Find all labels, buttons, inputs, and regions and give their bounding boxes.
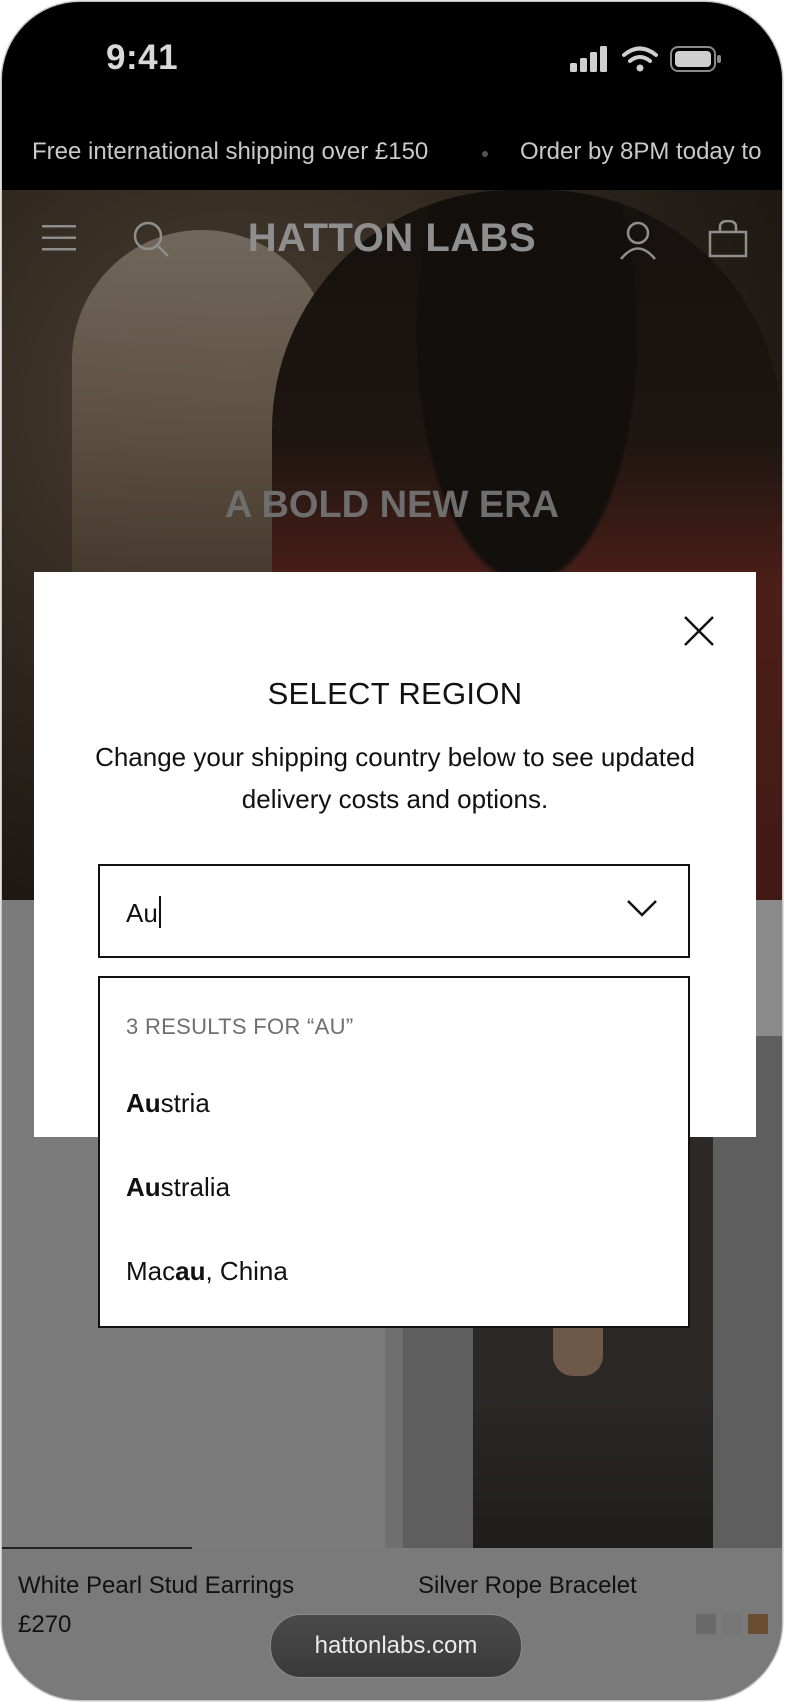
battery-icon [670,46,722,77]
close-icon[interactable] [682,614,716,648]
color-swatch[interactable] [748,1614,768,1634]
phone-screen: 9:41 Free international shipping over £1… [2,2,782,1700]
search-input-value: Au [126,898,158,928]
result-macau[interactable]: Macau, China [126,1256,288,1287]
product-name[interactable]: Silver Rope Bracelet [418,1572,637,1600]
text-cursor [158,896,161,928]
results-dropdown: 3 RESULTS FOR “AU” Austria Australia Mac… [98,976,690,1328]
announcement-separator [482,151,488,157]
status-time: 9:41 [106,38,179,77]
product-name[interactable]: White Pearl Stud Earrings [18,1572,294,1600]
chevron-down-icon[interactable] [626,898,658,923]
hero-title: A BOLD NEW ERA [224,484,560,526]
result-australia[interactable]: Australia [126,1172,230,1203]
address-bar[interactable]: hattonlabs.com [270,1614,522,1678]
modal-description: Change your shipping country below to se… [95,742,695,814]
announcement-message: Free international shipping over £150 [32,138,429,165]
product-price: £270 [18,1611,72,1638]
color-swatch[interactable] [722,1614,742,1634]
color-swatches [696,1614,768,1634]
color-swatch[interactable] [696,1614,716,1634]
account-icon[interactable] [618,220,658,265]
bag-icon[interactable] [708,219,748,263]
announcement-bar: Free international shipping over £150 Or… [2,124,782,190]
results-count: 3 RESULTS FOR “AU” [126,1014,354,1039]
announcement-message: Order by 8PM today to [520,138,762,165]
result-austria[interactable]: Austria [126,1088,210,1119]
wifi-icon [622,46,658,77]
carousel-progress [2,1547,192,1549]
status-bar: 9:41 [2,2,782,124]
signal-icon [570,46,610,77]
country-search-input[interactable]: Au [98,864,690,958]
brand-logo[interactable]: HATTON LABS [2,216,782,261]
modal-title: SELECT REGION [267,676,523,711]
